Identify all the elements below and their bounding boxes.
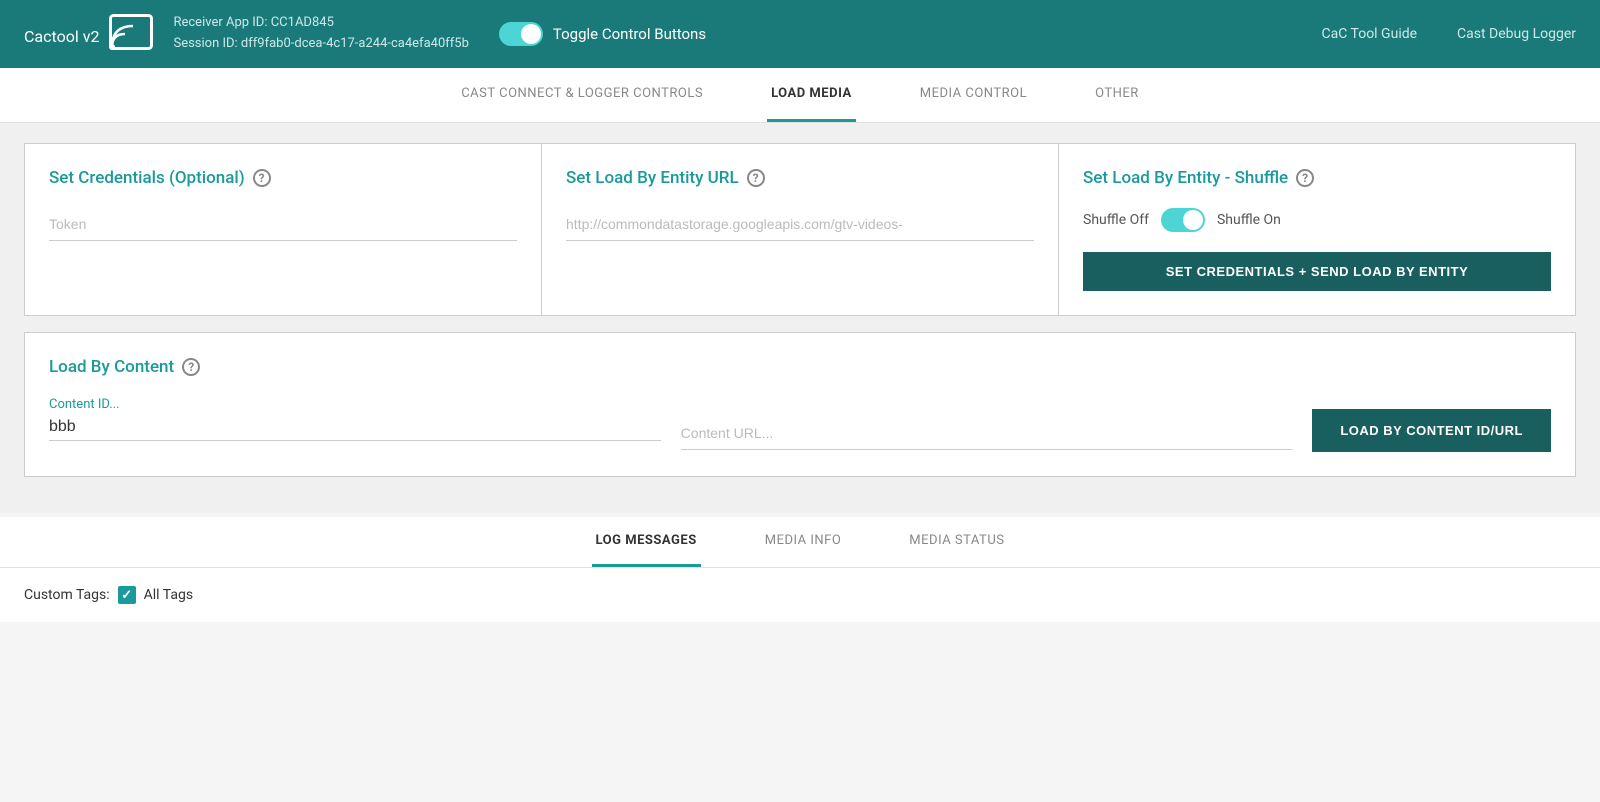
load-content-title: Load By Content ? [49,357,1551,377]
custom-tags-label: Custom Tags: [24,587,110,603]
credentials-card: Set Credentials (Optional) ? [25,144,542,315]
tab-media-control[interactable]: MEDIA CONTROL [916,68,1031,122]
entity-url-input[interactable] [566,208,1034,241]
bottom-section: LOG MESSAGES MEDIA INFO MEDIA STATUS Cus… [0,517,1600,622]
credentials-help-icon[interactable]: ? [253,169,271,187]
receiver-app-id: Receiver App ID: CC1AD845 [173,13,468,34]
set-credentials-send-load-button[interactable]: SET CREDENTIALS + SEND LOAD BY ENTITY [1083,252,1551,291]
toggle-label: Toggle Control Buttons [553,25,706,43]
session-id: Session ID: dff9fab0-dcea-4c17-a244-ca4e… [173,34,468,55]
load-entity-url-title: Set Load By Entity URL ? [566,168,1034,188]
all-tags-label: All Tags [144,587,193,603]
shuffle-toggle-row: Shuffle Off Shuffle On [1083,208,1551,232]
load-entity-url-card: Set Load By Entity URL ? [542,144,1059,315]
token-input[interactable] [49,208,517,241]
shuffle-toggle[interactable] [1161,208,1205,232]
logo-text: Cactoolv2 [24,19,99,49]
load-entity-shuffle-help-icon[interactable]: ? [1296,169,1314,187]
cac-tool-guide-link[interactable]: CaC Tool Guide [1322,26,1418,42]
control-buttons-toggle[interactable] [499,22,543,46]
app-header: Cactoolv2 Receiver App ID: CC1AD845 Sess… [0,0,1600,68]
load-content-help-icon[interactable]: ? [182,358,200,376]
load-entity-shuffle-title: Set Load By Entity - Shuffle ? [1083,168,1551,188]
load-content-inputs: Content ID... LOAD BY CONTENT ID/URL [49,397,1551,452]
content-url-input[interactable] [681,417,1293,450]
tab-media-status[interactable]: MEDIA STATUS [905,517,1008,567]
load-by-content-button[interactable]: LOAD BY CONTENT ID/URL [1312,409,1551,452]
shuffle-on-label: Shuffle On [1217,212,1281,228]
cards-row: Set Credentials (Optional) ? Set Load By… [24,143,1576,316]
tab-other[interactable]: OTHER [1091,68,1143,122]
credentials-title: Set Credentials (Optional) ? [49,168,517,188]
shuffle-off-label: Shuffle Off [1083,212,1149,228]
cast-icon [109,14,153,54]
tab-log-messages[interactable]: LOG MESSAGES [592,517,701,567]
logo-version: v2 [83,27,100,46]
load-entity-shuffle-card: Set Load By Entity - Shuffle ? Shuffle O… [1059,144,1575,315]
load-entity-url-help-icon[interactable]: ? [747,169,765,187]
cast-debug-logger-link[interactable]: Cast Debug Logger [1457,26,1576,42]
load-content-card: Load By Content ? Content ID... LOAD BY … [24,332,1576,477]
tab-load-media[interactable]: LOAD MEDIA [767,68,856,122]
header-nav: CaC Tool Guide Cast Debug Logger [1322,26,1577,42]
main-nav-tabs: CAST CONNECT & LOGGER CONTROLS LOAD MEDI… [0,68,1600,123]
all-tags-checkbox[interactable] [118,586,136,604]
tab-media-info[interactable]: MEDIA INFO [761,517,846,567]
content-id-label: Content ID... [49,397,661,412]
tab-cast-connect[interactable]: CAST CONNECT & LOGGER CONTROLS [457,68,707,122]
bottom-nav-tabs: LOG MESSAGES MEDIA INFO MEDIA STATUS [0,517,1600,568]
header-ids: Receiver App ID: CC1AD845 Session ID: df… [173,13,468,55]
content-id-wrapper: Content ID... [49,397,661,441]
content-id-input[interactable] [49,414,661,441]
custom-tags-row: Custom Tags: All Tags [0,568,1600,622]
logo-area: Cactoolv2 [24,14,153,54]
toggle-area[interactable]: Toggle Control Buttons [499,22,706,46]
main-content: Set Credentials (Optional) ? Set Load By… [0,123,1600,513]
